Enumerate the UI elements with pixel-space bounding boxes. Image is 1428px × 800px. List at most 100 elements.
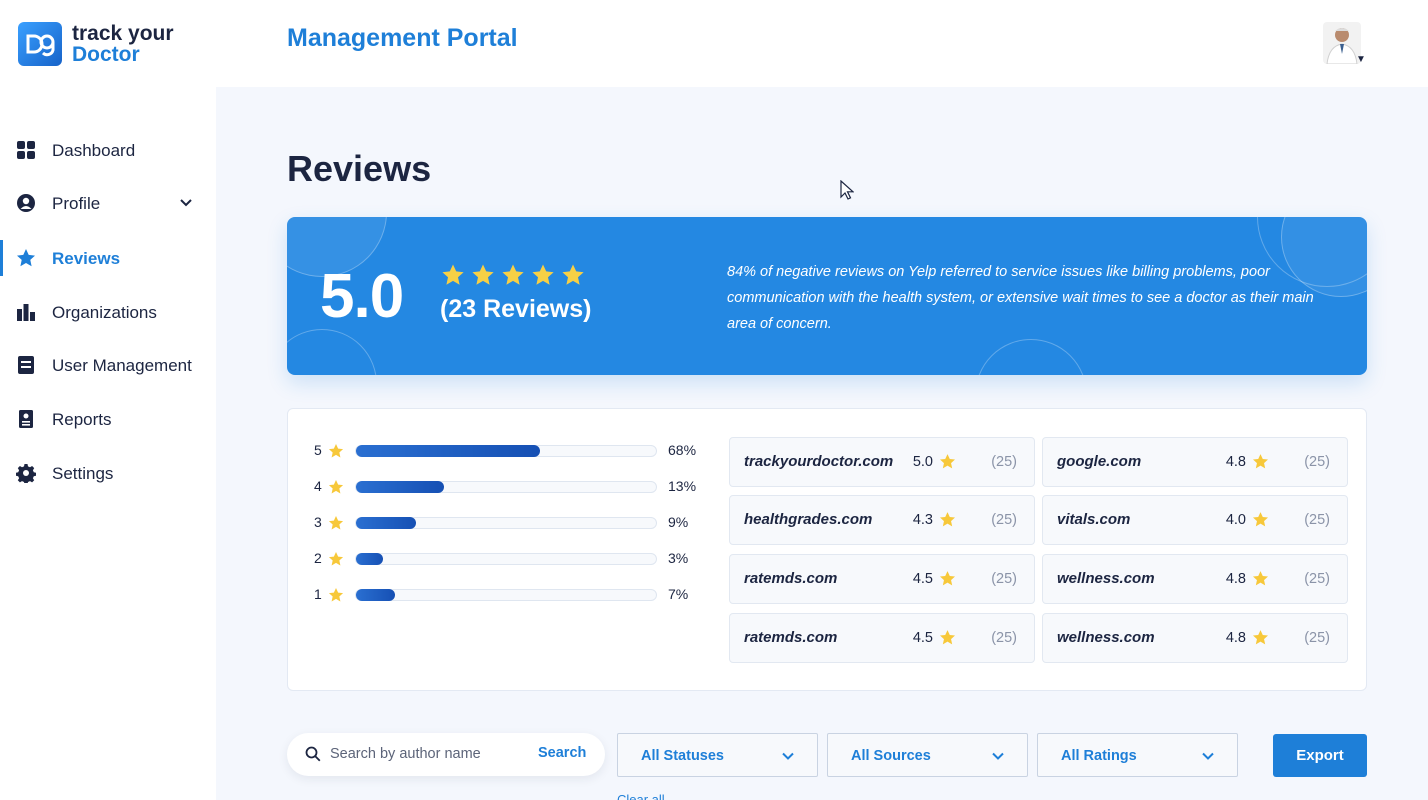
rating-summary-banner: 5.0 (23 Reviews) 84% of negative reviews… <box>287 217 1367 375</box>
star-rating <box>441 263 585 287</box>
review-source-tile[interactable]: healthgrades.com 4.3 (25) <box>729 495 1035 545</box>
sidebar-item-label: Organizations <box>52 303 157 322</box>
rating-breakdown-row: 5 68% <box>314 440 714 460</box>
star-icon <box>1252 512 1269 527</box>
dropdown-selected-value: All Sources <box>851 748 931 764</box>
star-icon <box>1252 454 1269 469</box>
rating-breakdown-row: 3 9% <box>314 512 714 532</box>
rating-progress-fill <box>356 553 384 565</box>
source-review-count: (25) <box>991 454 1017 470</box>
decorative-circle <box>975 339 1087 375</box>
source-review-count: (25) <box>1304 571 1330 587</box>
star-icon <box>532 264 554 285</box>
source-review-count: (25) <box>1304 454 1330 470</box>
logo-text-line2: Doctor <box>72 43 140 66</box>
star-icon <box>939 512 956 527</box>
report-icon <box>19 410 33 428</box>
clear-all-link[interactable]: Clear all <box>617 792 665 800</box>
star-icon <box>328 516 344 530</box>
rating-percent: 7% <box>668 586 689 602</box>
source-score: 4.8 <box>1225 454 1246 470</box>
chevron-down-icon[interactable]: ▼ <box>1356 54 1366 65</box>
star-icon <box>17 249 35 267</box>
sidebar-item-dashboard[interactable]: Dashboard <box>0 130 216 170</box>
search-button[interactable]: Search <box>538 745 586 761</box>
rating-progress-bar <box>355 445 657 457</box>
source-review-count: (25) <box>991 571 1017 587</box>
sidebar-item-settings[interactable]: Settings <box>0 453 216 493</box>
review-source-tile[interactable]: wellness.com 4.8 (25) <box>1042 554 1348 604</box>
star-icon <box>562 264 584 285</box>
star-icon <box>442 264 464 285</box>
search-input[interactable] <box>330 743 500 765</box>
star-icon <box>328 588 344 602</box>
user-circle-icon <box>17 194 35 212</box>
rating-filter-dropdown[interactable]: All Ratings <box>1037 733 1238 777</box>
sidebar-item-profile[interactable]: Profile <box>0 183 216 223</box>
rating-progress-bar <box>355 517 657 529</box>
sidebar-item-label: Reports <box>52 410 112 429</box>
source-score: 5.0 <box>912 454 933 470</box>
star-icon <box>328 552 344 566</box>
chevron-down-icon <box>1202 752 1214 760</box>
rating-progress-bar <box>355 589 657 601</box>
source-score: 4.8 <box>1225 571 1246 587</box>
source-score: 4.5 <box>912 630 933 646</box>
review-count: (23 Reviews) <box>440 295 592 323</box>
chevron-down-icon <box>992 752 1004 760</box>
search-box: Search <box>287 733 605 776</box>
review-source-tile[interactable]: ratemds.com 4.5 (25) <box>729 613 1035 663</box>
insight-note: 84% of negative reviews on Yelp referred… <box>727 264 1314 332</box>
star-icon <box>939 630 956 645</box>
star-icon <box>1252 571 1269 586</box>
logo-mark-icon <box>18 22 62 66</box>
decorative-circle <box>287 329 377 375</box>
review-source-tile[interactable]: ratemds.com 4.5 (25) <box>729 554 1035 604</box>
gear-icon <box>16 464 36 483</box>
rating-percent: 9% <box>668 514 689 530</box>
sidebar-item-label: Dashboard <box>52 141 136 160</box>
rating-progress-fill <box>356 445 541 457</box>
rating-progress-bar <box>355 481 657 493</box>
bar-chart-icon <box>17 304 35 321</box>
overall-score: 5.0 <box>320 262 404 331</box>
search-icon <box>305 746 321 762</box>
sidebar-item-organizations[interactable]: Organizations <box>0 292 216 332</box>
rating-breakdown-row: 1 7% <box>314 584 714 604</box>
chevron-down-icon <box>782 752 794 760</box>
dropdown-selected-value: All Statuses <box>641 748 724 764</box>
review-source-tile[interactable]: wellness.com 4.8 (25) <box>1042 613 1348 663</box>
source-name: wellness.com <box>1057 570 1155 587</box>
review-source-tile[interactable]: trackyourdoctor.com 5.0 (25) <box>729 437 1035 487</box>
export-button[interactable]: Export <box>1273 734 1367 777</box>
status-filter-dropdown[interactable]: All Statuses <box>617 733 818 777</box>
rating-level: 4 <box>314 478 322 494</box>
mouse-cursor-icon <box>840 180 854 200</box>
star-icon <box>1252 630 1269 645</box>
sidebar-item-label: User Management <box>52 356 192 375</box>
logo[interactable]: track your Doctor <box>18 22 174 66</box>
source-name: vitals.com <box>1057 511 1131 528</box>
source-review-count: (25) <box>991 630 1017 646</box>
chevron-down-icon[interactable] <box>178 195 194 211</box>
sidebar-item-reviews[interactable]: Reviews <box>0 238 216 278</box>
source-review-count: (25) <box>991 512 1017 528</box>
source-score: 4.5 <box>912 571 933 587</box>
star-icon <box>939 571 956 586</box>
rating-stats-card: 5 68% 4 13% 3 9% 2 3% 1 7% trackyourdoctor.com 5.0 (… <box>287 408 1367 691</box>
rating-percent: 68% <box>668 442 697 458</box>
star-icon <box>502 264 524 285</box>
rating-breakdown-row: 2 3% <box>314 548 714 568</box>
review-source-tile[interactable]: google.com 4.8 (25) <box>1042 437 1348 487</box>
sidebar: Dashboard Profile Reviews Organizations <box>0 87 216 800</box>
sidebar-item-label: Profile <box>52 194 101 213</box>
source-name: google.com <box>1057 453 1142 470</box>
source-filter-dropdown[interactable]: All Sources <box>827 733 1028 777</box>
sidebar-item-user-management[interactable]: User Management <box>0 345 216 385</box>
sidebar-item-reports[interactable]: Reports <box>0 399 216 439</box>
source-name: wellness.com <box>1057 629 1155 646</box>
source-name: trackyourdoctor.com <box>744 453 894 470</box>
source-score: 4.0 <box>1225 512 1246 528</box>
review-source-tile[interactable]: vitals.com 4.0 (25) <box>1042 495 1348 545</box>
source-name: ratemds.com <box>744 570 838 587</box>
